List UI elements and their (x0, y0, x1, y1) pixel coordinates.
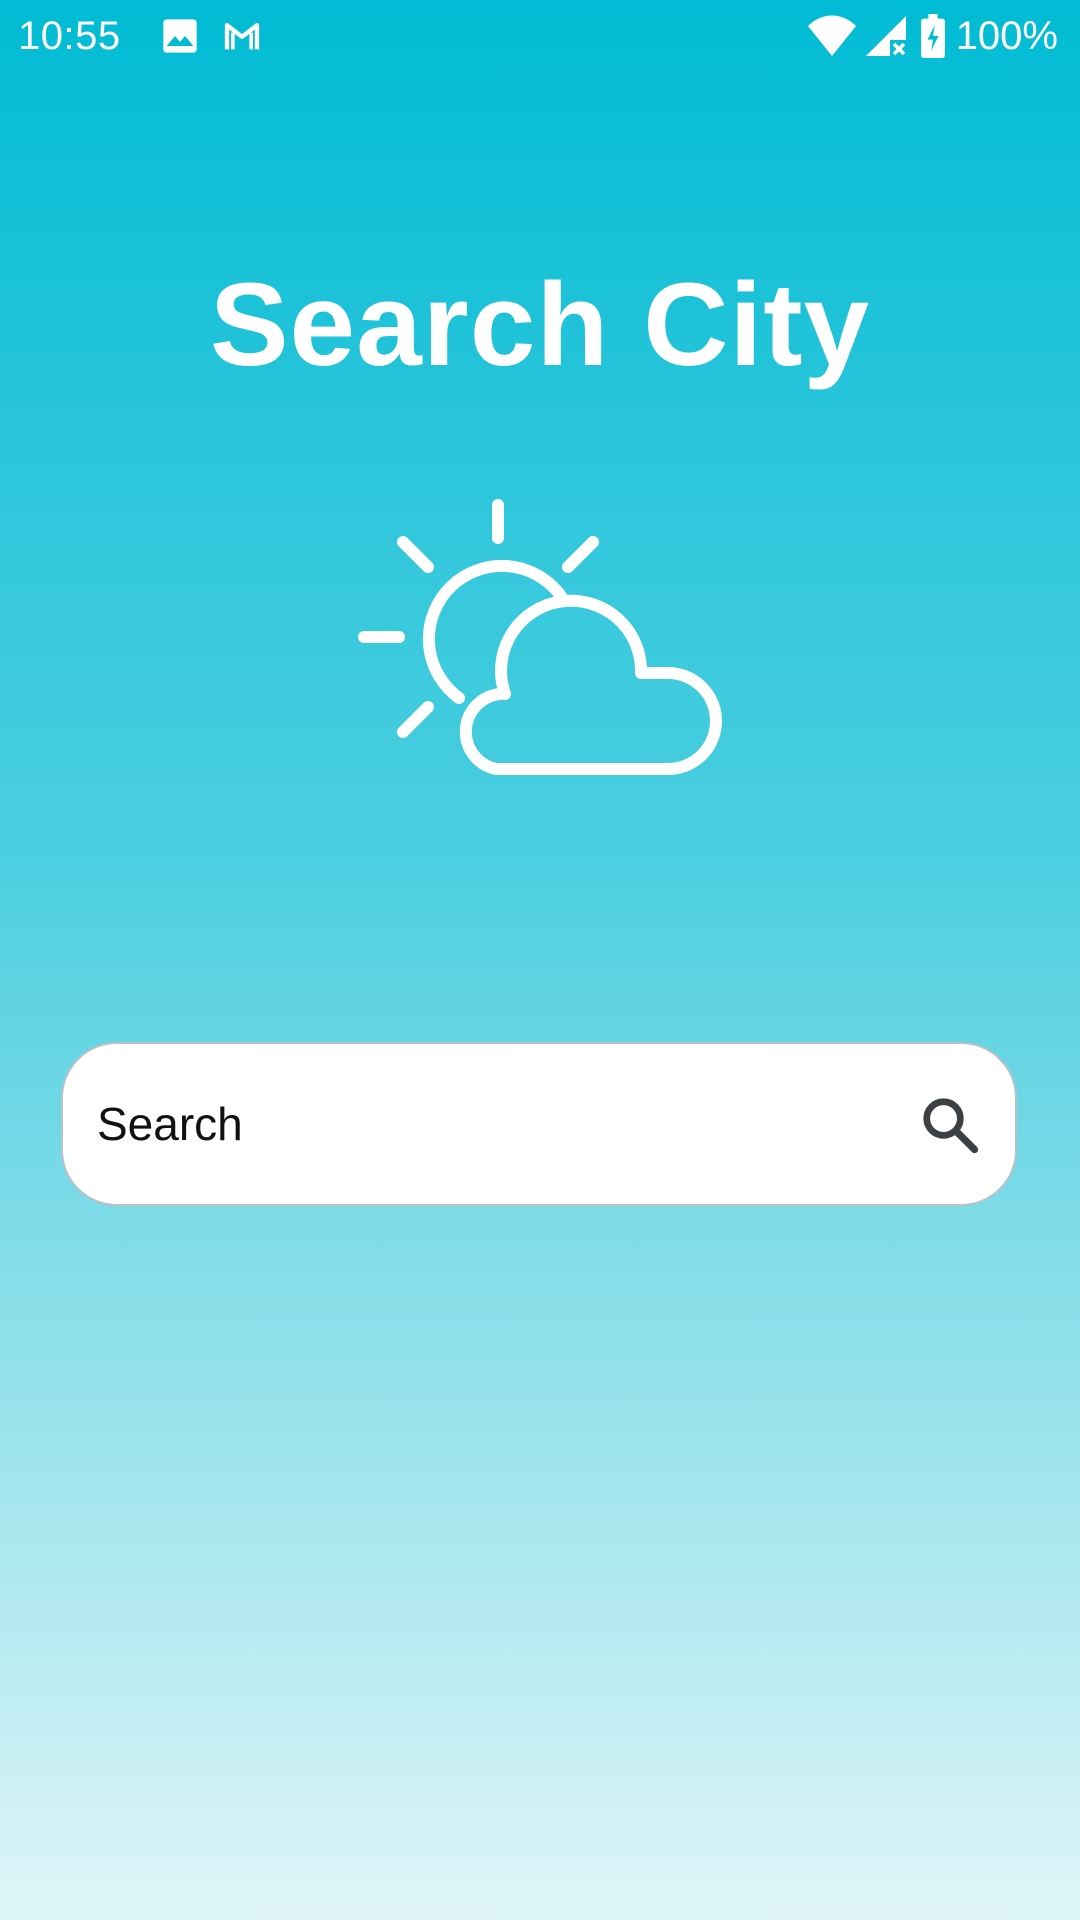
search-input[interactable] (97, 1074, 857, 1174)
cellular-no-signal-icon (866, 16, 906, 56)
partly-cloudy-icon (358, 499, 722, 775)
search-icon[interactable] (919, 1094, 981, 1156)
status-time: 10:55 (18, 14, 121, 58)
image-icon (163, 19, 197, 53)
battery-percent: 100% (955, 14, 1058, 58)
search-bar (61, 1042, 1017, 1206)
status-bar: 10:55 100% (0, 0, 1080, 72)
battery-charging-icon (921, 14, 945, 58)
gmail-icon (224, 23, 260, 50)
wifi-icon (808, 15, 856, 56)
page-title: Search City (209, 259, 871, 391)
